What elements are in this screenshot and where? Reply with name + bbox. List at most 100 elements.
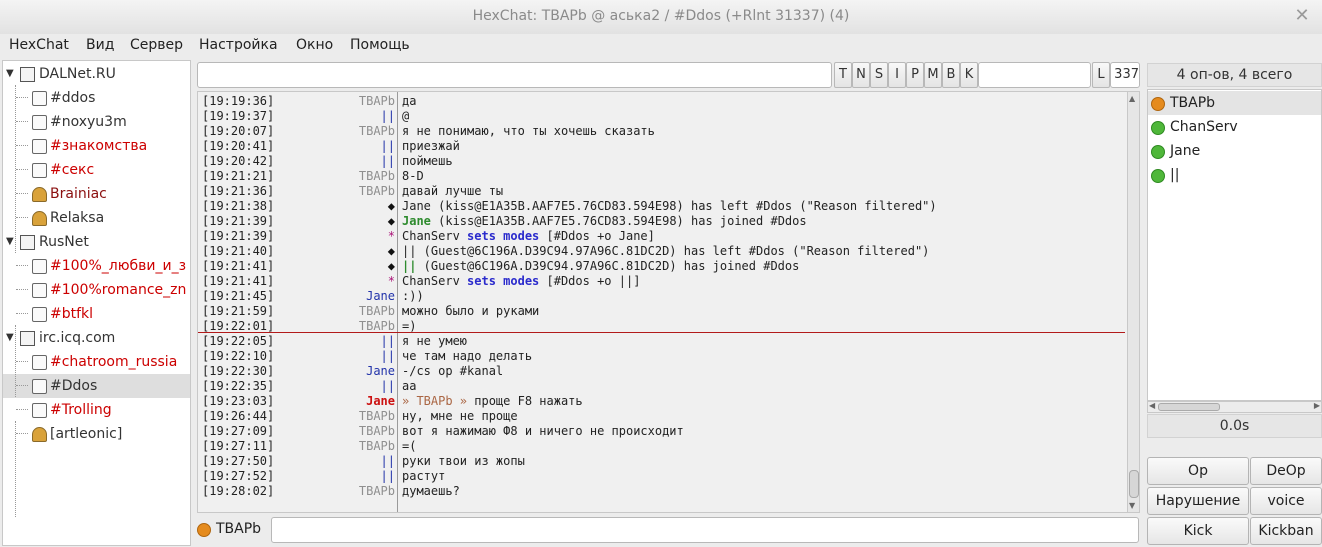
channel-item[interactable]: #секс bbox=[3, 158, 190, 182]
channel-item[interactable]: #noxyu3m bbox=[3, 110, 190, 134]
scroll-thumb[interactable] bbox=[1129, 470, 1139, 498]
server-item[interactable]: ▼ RusNet bbox=[3, 230, 190, 254]
chat-line: [19:27:50] || руки твои из жопы bbox=[198, 454, 1128, 469]
user-list-item[interactable]: Jane bbox=[1148, 139, 1321, 163]
mode-i-button[interactable]: I bbox=[888, 62, 906, 88]
kickban-button[interactable]: Kickban bbox=[1250, 517, 1322, 545]
userlist-hscroll[interactable]: ◀ ▶ bbox=[1147, 401, 1322, 413]
chat-nick[interactable]: Jane bbox=[366, 289, 395, 304]
channel-item[interactable]: #знакомства bbox=[3, 134, 190, 158]
hscroll-thumb[interactable] bbox=[1158, 403, 1220, 411]
message-text: аа bbox=[402, 379, 417, 393]
chat-message: давай лучше ты bbox=[402, 184, 503, 199]
channel-item[interactable]: #Trolling bbox=[3, 398, 190, 422]
query-item[interactable]: Relaksa bbox=[3, 206, 190, 230]
chat-nick[interactable]: TBAPb bbox=[359, 304, 395, 319]
scroll-down-icon[interactable]: ▼ bbox=[1129, 501, 1135, 510]
timestamp: [19:22:10] bbox=[202, 349, 275, 363]
tree-item-label: #100%romance_zn bbox=[50, 282, 187, 298]
chat-nick[interactable]: || bbox=[381, 334, 395, 349]
chat-nick[interactable]: || bbox=[381, 379, 395, 394]
channel-icon bbox=[32, 283, 47, 298]
mode-p-button[interactable]: P bbox=[906, 62, 924, 88]
tree-item-label: #chatroom_russia bbox=[50, 354, 178, 370]
mode-n-button[interactable]: N bbox=[852, 62, 870, 88]
op-button[interactable]: Op bbox=[1147, 457, 1249, 485]
chat-nick[interactable]: || bbox=[381, 349, 395, 364]
user-list[interactable]: TBAPb ChanServ Jane || bbox=[1147, 89, 1322, 401]
mode-t-button[interactable]: T bbox=[834, 62, 852, 88]
voice-button[interactable]: voice bbox=[1250, 487, 1322, 515]
server-item[interactable]: ▼ irc.icq.com bbox=[3, 326, 190, 350]
expander-icon[interactable]: ▼ bbox=[6, 230, 14, 254]
chat-nick[interactable]: TBAPb bbox=[359, 319, 395, 334]
timestamp: [19:27:11] bbox=[202, 439, 275, 453]
server-item[interactable]: ▼ DALNet.RU bbox=[3, 62, 190, 86]
chat-message: =) bbox=[402, 319, 416, 334]
query-item[interactable]: [artleonic] bbox=[3, 422, 190, 446]
query-item[interactable]: Brainiac bbox=[3, 182, 190, 206]
message-bold: sets modes bbox=[467, 229, 540, 243]
chat-scrollbar[interactable]: ▲ ▼ bbox=[1127, 91, 1140, 513]
channel-item[interactable]: #100%romance_zn bbox=[3, 278, 190, 302]
chat-nick[interactable]: TBAPb bbox=[359, 484, 395, 499]
ban-button[interactable]: Нарушение bbox=[1147, 487, 1249, 515]
tree-connector bbox=[16, 193, 28, 194]
chat-message: приезжай bbox=[402, 139, 460, 154]
mode-k-button[interactable]: K bbox=[960, 62, 978, 88]
topic-input[interactable] bbox=[197, 62, 832, 88]
expander-icon[interactable]: ▼ bbox=[6, 326, 14, 350]
channel-key-input[interactable] bbox=[978, 62, 1091, 88]
chat-nick[interactable]: || bbox=[381, 154, 395, 169]
kick-button[interactable]: Kick bbox=[1147, 517, 1249, 545]
mode-b-button[interactable]: B bbox=[942, 62, 960, 88]
channel-item[interactable]: #100%_любви_и_з bbox=[3, 254, 190, 278]
chat-line: [19:21:45] Jane:)) bbox=[198, 289, 1128, 304]
chat-nick[interactable]: TBAPb bbox=[359, 94, 395, 109]
close-icon[interactable]: ✕ bbox=[1292, 6, 1312, 26]
menu-settings[interactable]: Настройка bbox=[199, 37, 278, 53]
chat-nick[interactable]: || bbox=[381, 454, 395, 469]
chat-nick[interactable]: TBAPb bbox=[359, 424, 395, 439]
chat-nick[interactable]: || bbox=[381, 469, 395, 484]
lag-meter: 0.0s bbox=[1147, 414, 1322, 438]
chat-nick[interactable]: TBAPb bbox=[359, 124, 395, 139]
chat-line: [19:20:41] || приезжай bbox=[198, 139, 1128, 154]
chat-log[interactable]: [19:19:36] TBAPb да [19:19:37] || @ [19:20:07]… bbox=[197, 91, 1129, 513]
chat-line: [19:22:05] || я не умею bbox=[198, 334, 1128, 349]
chat-nick: ◆ bbox=[387, 214, 395, 228]
menu-window[interactable]: Окно bbox=[296, 37, 333, 53]
message-input[interactable] bbox=[271, 517, 1139, 543]
user-list-item[interactable]: TBAPb bbox=[1148, 91, 1321, 115]
chat-nick[interactable]: TBAPb bbox=[359, 169, 395, 184]
chat-nick[interactable]: TBAPb bbox=[359, 439, 395, 454]
chat-line: [19:27:11] TBAPb =( bbox=[198, 439, 1128, 454]
channel-item[interactable]: #chatroom_russia bbox=[3, 350, 190, 374]
chat-nick[interactable]: TBAPb bbox=[359, 184, 395, 199]
timestamp: [19:21:36] bbox=[202, 184, 275, 198]
chat-nick[interactable]: || bbox=[381, 139, 395, 154]
mode-m-button[interactable]: M bbox=[924, 62, 942, 88]
user-list-item[interactable]: ChanServ bbox=[1148, 115, 1321, 139]
chat-nick[interactable]: Jane bbox=[366, 364, 395, 379]
mode-l-button[interactable]: L bbox=[1092, 62, 1110, 88]
deop-button[interactable]: DeOp bbox=[1250, 457, 1322, 485]
channel-item[interactable]: #ddos bbox=[3, 86, 190, 110]
channel-item[interactable]: #Ddos bbox=[3, 374, 190, 398]
user-list-item[interactable]: || bbox=[1148, 163, 1321, 187]
scroll-up-icon[interactable]: ▲ bbox=[1129, 94, 1135, 103]
scroll-right-icon[interactable]: ▶ bbox=[1314, 401, 1320, 410]
menu-view[interactable]: Вид bbox=[86, 37, 114, 53]
expander-icon[interactable]: ▼ bbox=[6, 62, 14, 86]
menu-hexchat[interactable]: HexChat bbox=[9, 37, 69, 53]
chat-nick[interactable]: Jane bbox=[366, 394, 395, 409]
menu-help[interactable]: Помощь bbox=[350, 37, 410, 53]
mode-s-button[interactable]: S bbox=[870, 62, 888, 88]
channel-item[interactable]: #btfkl bbox=[3, 302, 190, 326]
chat-nick[interactable]: || bbox=[381, 109, 395, 124]
menu-server[interactable]: Сервер bbox=[130, 37, 183, 53]
chat-nick[interactable]: TBAPb bbox=[359, 409, 395, 424]
nick-button[interactable]: TBAPb bbox=[216, 521, 261, 537]
channel-limit-input[interactable]: 337 bbox=[1110, 62, 1140, 88]
scroll-left-icon[interactable]: ◀ bbox=[1149, 401, 1155, 410]
